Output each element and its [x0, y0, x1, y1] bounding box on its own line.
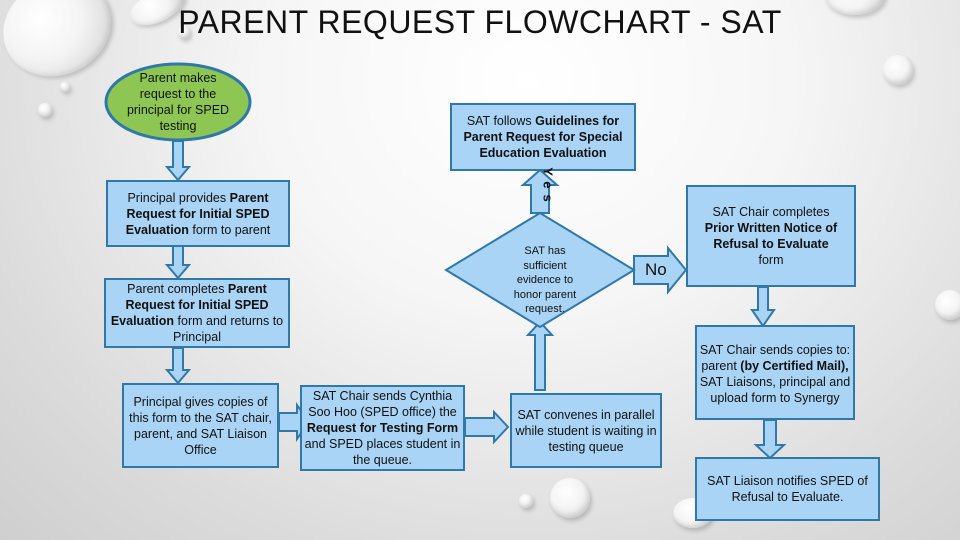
prior-written-notice-box: SAT Chair completes Prior Written Notice…: [686, 185, 856, 287]
liaison-notifies-text: SAT Liaison notifies SPED of Refusal to …: [707, 474, 868, 504]
decision-text: SAT has sufficient evidence to honor par…: [513, 245, 577, 315]
arrow-down: [164, 245, 192, 280]
certified-mail-text: (by Certified Mail),: [740, 358, 849, 373]
arrow-down: [753, 419, 787, 460]
arrow-right: [464, 409, 510, 445]
guidelines-box: SAT follows Guidelines for Parent Reques…: [450, 103, 636, 171]
start-node-text: Parent makes request to the principal fo…: [126, 71, 230, 133]
sat-convenes-text: SAT convenes in parallel while student i…: [515, 407, 657, 454]
principal-gives-text: Principal gives copies of this form to t…: [129, 394, 272, 457]
principal-gives-box: Principal gives copies of this form to t…: [122, 383, 279, 468]
no-label: No: [645, 260, 667, 279]
arrow-down: [164, 140, 192, 182]
principal-provides-box: Principal provides Parent Request for In…: [106, 180, 290, 247]
guidelines-text: SAT follows: [466, 114, 536, 128]
sat-convenes-box: SAT convenes in parallel while student i…: [510, 393, 662, 468]
liaison-notifies-box: SAT Liaison notifies SPED of Refusal to …: [695, 457, 880, 521]
form-name-text: Request for Testing Form: [306, 421, 459, 435]
chair-sends-cynthia-box: SAT Chair sends Cynthia Soo Hoo (SPED of…: [300, 385, 465, 471]
chair-sends-copies-box: SAT Chair sends copies to: parent (by Ce…: [695, 325, 855, 420]
parent-completes-box: Parent completes Parent Request for Init…: [104, 278, 290, 348]
yes-label: Yes: [540, 167, 556, 208]
arrow-up: [525, 320, 555, 391]
form-name-text: Prior Written Notice of Refusal to Evalu…: [704, 221, 838, 251]
arrow-down: [750, 286, 776, 328]
arrow-down: [164, 347, 192, 385]
